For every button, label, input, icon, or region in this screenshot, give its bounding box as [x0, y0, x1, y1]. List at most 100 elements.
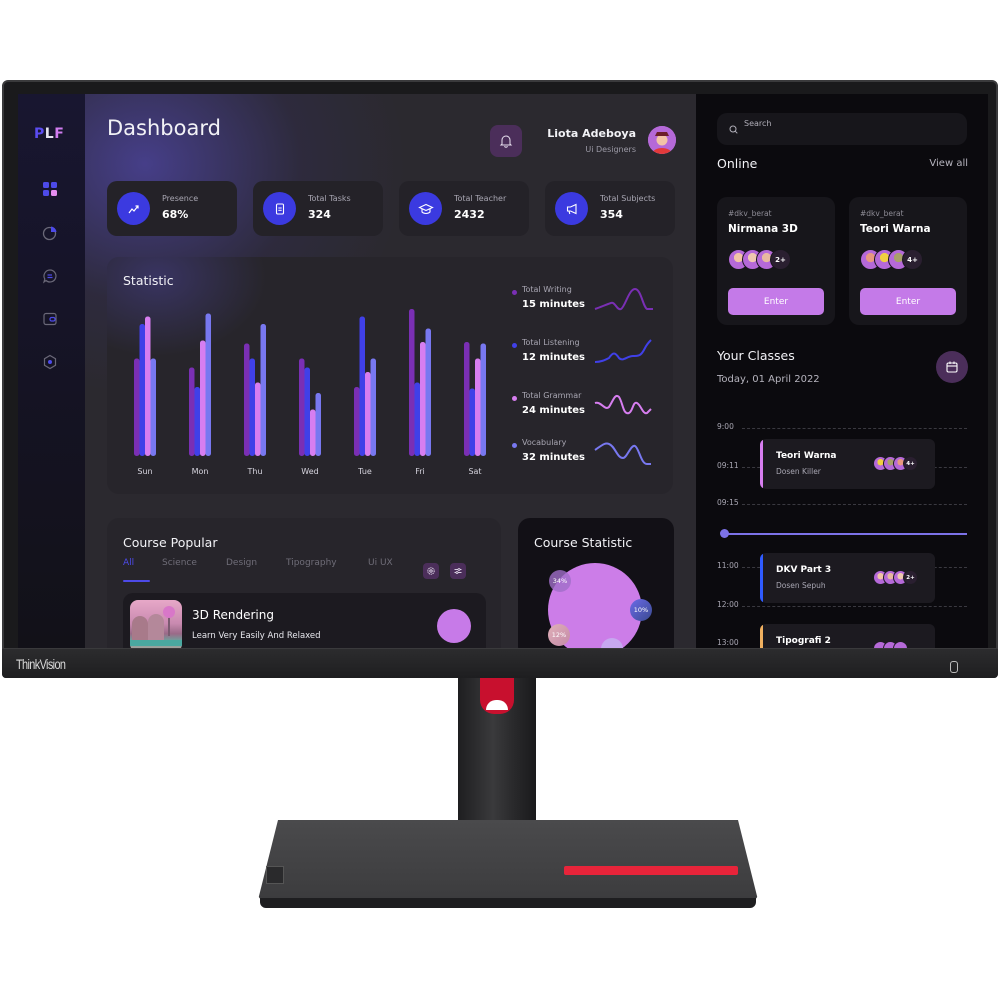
right-panel: Search Online View all #dkv_berat Nirman… [696, 94, 988, 649]
stat-card-total-teacher[interactable]: Total Teacher 2432 [399, 181, 529, 236]
tab-ui-ux[interactable]: Ui UX [368, 558, 393, 568]
online-card-tag: #dkv_berat [860, 209, 904, 218]
legend-value: 12 minutes [522, 352, 585, 363]
x-tick-label: Sun [137, 467, 152, 476]
x-tick-label: Wed [301, 467, 318, 476]
power-button[interactable] [950, 661, 958, 673]
x-tick-label: Tue [357, 467, 372, 476]
x-tick-label: Thu [246, 467, 262, 476]
course-stat-bubble: 34% [549, 570, 571, 592]
sidebar-item-dashboard[interactable] [42, 181, 58, 197]
stat-card-total-subjects[interactable]: Total Subjects 354 [545, 181, 675, 236]
sidebar-item-analytics[interactable] [42, 225, 58, 241]
class-name: Teori Warna [776, 451, 837, 461]
enter-button[interactable]: Enter [728, 288, 824, 315]
monitor-chin: ThinkVision [2, 648, 998, 678]
stat-value: 324 [308, 208, 331, 221]
search-input[interactable]: Search [717, 113, 967, 145]
grid-icon [43, 182, 57, 196]
bar-total-grammar-tue [365, 372, 371, 456]
bar-total-writing-mon [189, 367, 195, 456]
brand-label: ThinkVision [16, 656, 66, 672]
page-title: Dashboard [107, 116, 221, 140]
online-card-tag: #dkv_berat [728, 209, 772, 218]
bar-total-grammar-sat [475, 358, 481, 456]
sidebar-item-wallet[interactable] [42, 311, 58, 327]
class-card[interactable]: DKV Part 3 Dosen Sepuh 2+ [760, 553, 935, 603]
course-filter-button[interactable] [450, 563, 466, 579]
current-time-line [724, 533, 967, 535]
course-item[interactable]: 3D Rendering Learn Very Easily And Relax… [123, 593, 486, 649]
bar-total-writing-fri [409, 309, 415, 456]
class-accent-bar [760, 624, 763, 649]
x-tick-label: Fri [415, 467, 425, 476]
base-surface [258, 820, 758, 900]
bar-vocabulary-sun [150, 358, 156, 456]
stat-icon-circle [555, 192, 588, 225]
base-red-stripe [564, 866, 738, 875]
course-statistic-title: Course Statistic [534, 535, 633, 550]
app-logo[interactable]: PLF [34, 126, 64, 142]
bar-total-listening-wed [304, 367, 310, 456]
megaphone-icon [566, 203, 577, 214]
time-gridline [742, 606, 967, 607]
participant-more-count: 4+ [902, 249, 923, 270]
course-statistic-panel: Course Statistic 34% 10% 12% [518, 518, 674, 649]
course-settings-button[interactable] [423, 563, 439, 579]
bar-total-writing-tue [354, 387, 360, 456]
user-name: Liota Adeboya [547, 127, 636, 140]
bar-total-grammar-sun [145, 316, 151, 456]
stat-card-total-tasks[interactable]: Total Tasks 324 [253, 181, 383, 236]
course-thumbnail-illustration-icon [130, 606, 182, 646]
user-role: Ui Designers [585, 145, 636, 154]
monitor-stand-neck [458, 678, 536, 840]
stat-icon-circle [409, 192, 442, 225]
stat-value: 68% [162, 208, 189, 221]
bar-vocabulary-tue [370, 358, 376, 456]
time-label: 09:11 [717, 461, 739, 470]
search-icon [729, 125, 738, 134]
course-popular-panel: Course Popular All Science Design Tipogr… [107, 518, 501, 649]
bar-vocabulary-thu [260, 324, 266, 456]
participant-more-count: 2+ [770, 249, 791, 270]
view-all-link[interactable]: View all [929, 158, 968, 169]
sidebar-item-messages[interactable] [42, 268, 58, 284]
logo-letter-f: F [54, 126, 65, 142]
document-icon [275, 202, 284, 215]
bar-total-grammar-wed [310, 409, 316, 456]
class-teacher: Dosen Sepuh [776, 581, 826, 590]
legend-dot [512, 443, 517, 448]
user-avatar[interactable] [648, 126, 676, 154]
bar-total-grammar-mon [200, 340, 206, 456]
bar-vocabulary-wed [315, 393, 321, 456]
sparkline-vocabulary [594, 442, 651, 465]
tab-tipography[interactable]: Tipography [286, 558, 337, 568]
class-card[interactable]: Teori Warna Dosen Killer 4+ [760, 439, 935, 489]
wallet-icon [43, 312, 57, 326]
stat-icon-circle [263, 192, 296, 225]
sidebar-item-settings[interactable] [42, 354, 58, 370]
cable-management-hole [480, 678, 514, 714]
x-tick-label: Mon [192, 467, 209, 476]
legend-value: 32 minutes [522, 452, 585, 463]
class-card[interactable]: Tipografi 2 [760, 624, 935, 649]
enter-button[interactable]: Enter [860, 288, 956, 315]
stat-card-presence[interactable]: Presence 68% [107, 181, 237, 236]
class-accent-bar [760, 439, 763, 489]
graduation-cap-icon [417, 203, 434, 214]
legend-label: Total Writing [522, 285, 572, 294]
time-label: 9:00 [717, 422, 734, 431]
tab-all[interactable]: All [123, 558, 134, 568]
bar-total-listening-mon [194, 387, 200, 456]
logo-letter-l: L [44, 126, 55, 142]
logo-letter-p: P [34, 126, 45, 142]
tab-science[interactable]: Science [162, 558, 197, 568]
participant-more-count: 2+ [903, 570, 918, 585]
bar-total-writing-wed [299, 358, 305, 456]
tab-design[interactable]: Design [226, 558, 257, 568]
monitor-stand-base [258, 820, 758, 915]
notifications-button[interactable] [490, 125, 522, 157]
class-name: Tipografi 2 [776, 636, 831, 646]
sparkline-grammar [594, 395, 652, 415]
calendar-button[interactable] [936, 351, 968, 383]
